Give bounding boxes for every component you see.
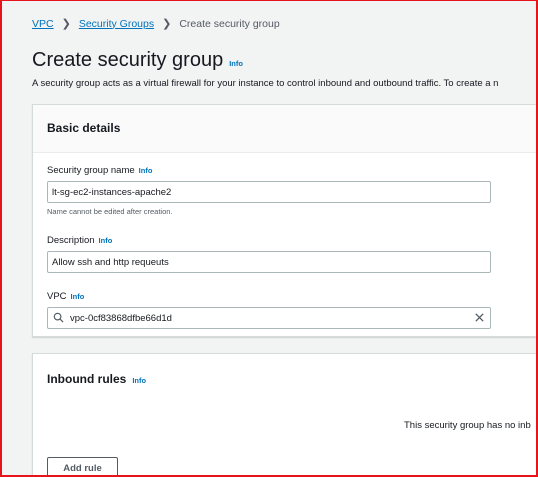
chevron-right-icon: ❯ [61, 18, 71, 30]
page-info-link[interactable]: Info [229, 59, 243, 68]
inbound-rules-info-link[interactable]: Info [132, 376, 146, 385]
description-field: Description Info Allow ssh and http requ… [47, 235, 491, 273]
breadcrumb-security-groups-link[interactable]: Security Groups [79, 18, 154, 30]
screenshot-frame: VPC ❯ Security Groups ❯ Create security … [0, 0, 538, 477]
breadcrumb-vpc-link[interactable]: VPC [32, 18, 54, 30]
security-group-name-field: Security group name Info lt-sg-ec2-insta… [47, 165, 491, 216]
page-title-row: Create security group Info [32, 49, 243, 72]
basic-details-heading: Basic details [47, 121, 121, 135]
vpc-search-wrapper: vpc-0cf83868dfbe66d1d [47, 307, 491, 329]
vpc-label-row: VPC Info [47, 291, 491, 302]
close-icon[interactable] [474, 312, 485, 323]
breadcrumb-current: Create security group [179, 17, 280, 30]
add-rule-button[interactable]: Add rule [47, 457, 118, 475]
inbound-rules-header: Inbound rules Info [33, 354, 536, 402]
basic-details-header: Basic details [33, 105, 536, 153]
description-info-link[interactable]: Info [99, 236, 113, 245]
page-title: Create security group [32, 49, 224, 71]
security-group-name-hint: Name cannot be edited after creation. [47, 207, 173, 216]
description-label-row: Description Info [47, 235, 491, 246]
vpc-search-input[interactable]: vpc-0cf83868dfbe66d1d [47, 307, 491, 329]
description-label: Description [47, 235, 95, 246]
inbound-rules-panel: Inbound rules Info This security group h… [32, 353, 536, 475]
inbound-rules-heading: Inbound rules [47, 372, 127, 386]
security-group-name-info-link[interactable]: Info [139, 166, 153, 175]
basic-details-panel: Basic details Security group name Info l… [32, 104, 536, 337]
page-description: A security group acts as a virtual firew… [32, 78, 499, 89]
vpc-field: VPC Info vpc-0cf83868dfbe66d1d [47, 291, 491, 329]
security-group-name-label: Security group name [47, 165, 135, 176]
vpc-info-link[interactable]: Info [71, 292, 85, 301]
description-input[interactable]: Allow ssh and http requeuts [47, 251, 491, 273]
security-group-name-label-row: Security group name Info [47, 165, 491, 176]
breadcrumb: VPC ❯ Security Groups ❯ Create security … [32, 17, 280, 31]
search-icon [53, 312, 64, 323]
chevron-right-icon: ❯ [162, 18, 172, 30]
vpc-label: VPC [47, 291, 67, 302]
inbound-rules-empty-message: This security group has no inb [404, 420, 531, 431]
security-group-name-input[interactable]: lt-sg-ec2-instances-apache2 [47, 181, 491, 203]
